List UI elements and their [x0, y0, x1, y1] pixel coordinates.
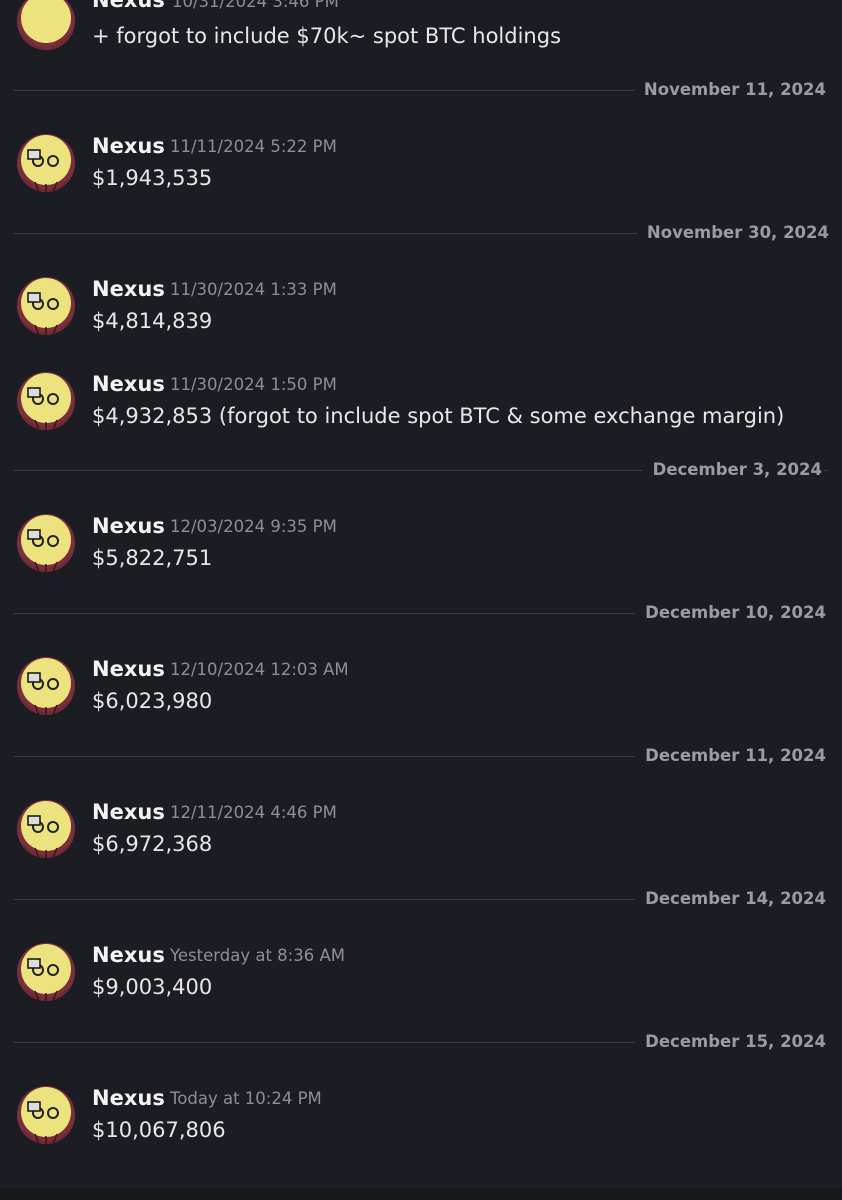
- date-divider: December 3, 2024: [14, 459, 828, 481]
- divider-date: December 15, 2024: [635, 1031, 828, 1053]
- message-timestamp: 12/03/2024 9:35 PM: [170, 517, 337, 536]
- user-avatar-icon: [17, 0, 75, 50]
- divider-date: November 30, 2024: [636, 222, 831, 244]
- date-divider: December 15, 2024: [14, 1031, 828, 1053]
- user-avatar-icon: [17, 1086, 75, 1144]
- avatar[interactable]: [17, 372, 75, 430]
- message-timestamp: 11/11/2024 5:22 PM: [170, 137, 337, 156]
- message-timestamp: 11/30/2024 1:50 PM: [170, 375, 337, 394]
- divider-date: December 14, 2024: [635, 888, 828, 910]
- message-content: $10,067,806: [92, 1118, 226, 1142]
- message-author[interactable]: Nexus: [92, 276, 165, 302]
- message-timestamp: Today at 10:24 PM: [170, 1089, 322, 1108]
- message-content: $1,943,535: [92, 166, 213, 190]
- date-divider: November 11, 2024: [14, 79, 828, 101]
- message-content: $6,023,980: [92, 689, 213, 713]
- user-avatar-icon: [17, 657, 75, 715]
- user-avatar-icon: [17, 800, 75, 858]
- user-avatar-icon: [17, 277, 75, 335]
- avatar[interactable]: [17, 1086, 75, 1144]
- avatar[interactable]: [17, 134, 75, 192]
- message-author[interactable]: Nexus: [92, 0, 165, 12]
- avatar[interactable]: [17, 943, 75, 1001]
- message-author[interactable]: Nexus: [92, 371, 165, 397]
- avatar[interactable]: [17, 277, 75, 335]
- message-list: Nexus 10/31/2024 3:46 PM + forgot to inc…: [0, 0, 842, 1200]
- message-timestamp: 12/11/2024 4:46 PM: [170, 803, 337, 822]
- message-content: $6,972,368: [92, 832, 213, 856]
- date-divider: November 30, 2024: [14, 222, 831, 244]
- message-timestamp: Yesterday at 8:36 AM: [170, 946, 345, 965]
- message-author[interactable]: Nexus: [92, 656, 165, 682]
- message-author[interactable]: Nexus: [92, 513, 165, 539]
- avatar[interactable]: [17, 657, 75, 715]
- message-author[interactable]: Nexus: [92, 1085, 165, 1111]
- message-content: $5,822,751: [92, 546, 213, 570]
- date-divider: December 10, 2024: [14, 602, 828, 624]
- message-content: + forgot to include $70k~ spot BTC holdi…: [92, 24, 562, 48]
- divider-date: December 3, 2024: [642, 459, 824, 481]
- message-author[interactable]: Nexus: [92, 133, 165, 159]
- message-timestamp: 12/10/2024 12:03 AM: [170, 660, 349, 679]
- message-author[interactable]: Nexus: [92, 942, 165, 968]
- user-avatar-icon: [17, 943, 75, 1001]
- date-divider: December 14, 2024: [14, 888, 828, 910]
- divider-date: December 10, 2024: [635, 602, 828, 624]
- avatar[interactable]: [17, 514, 75, 572]
- divider-date: December 11, 2024: [635, 745, 828, 767]
- date-divider: December 11, 2024: [14, 745, 828, 767]
- message-author[interactable]: Nexus: [92, 799, 165, 825]
- message-content: $4,814,839: [92, 309, 213, 333]
- bottom-edge: [0, 1188, 842, 1200]
- message-timestamp: 11/30/2024 1:33 PM: [170, 280, 337, 299]
- user-avatar-icon: [17, 134, 75, 192]
- user-avatar-icon: [17, 514, 75, 572]
- user-avatar-icon: [17, 372, 75, 430]
- divider-date: November 11, 2024: [633, 79, 828, 101]
- message-content: $9,003,400: [92, 975, 213, 999]
- message-content: $4,932,853 (forgot to include spot BTC &…: [92, 404, 785, 428]
- avatar[interactable]: [17, 800, 75, 858]
- avatar[interactable]: [17, 0, 75, 50]
- message-timestamp: 10/31/2024 3:46 PM: [172, 0, 339, 11]
